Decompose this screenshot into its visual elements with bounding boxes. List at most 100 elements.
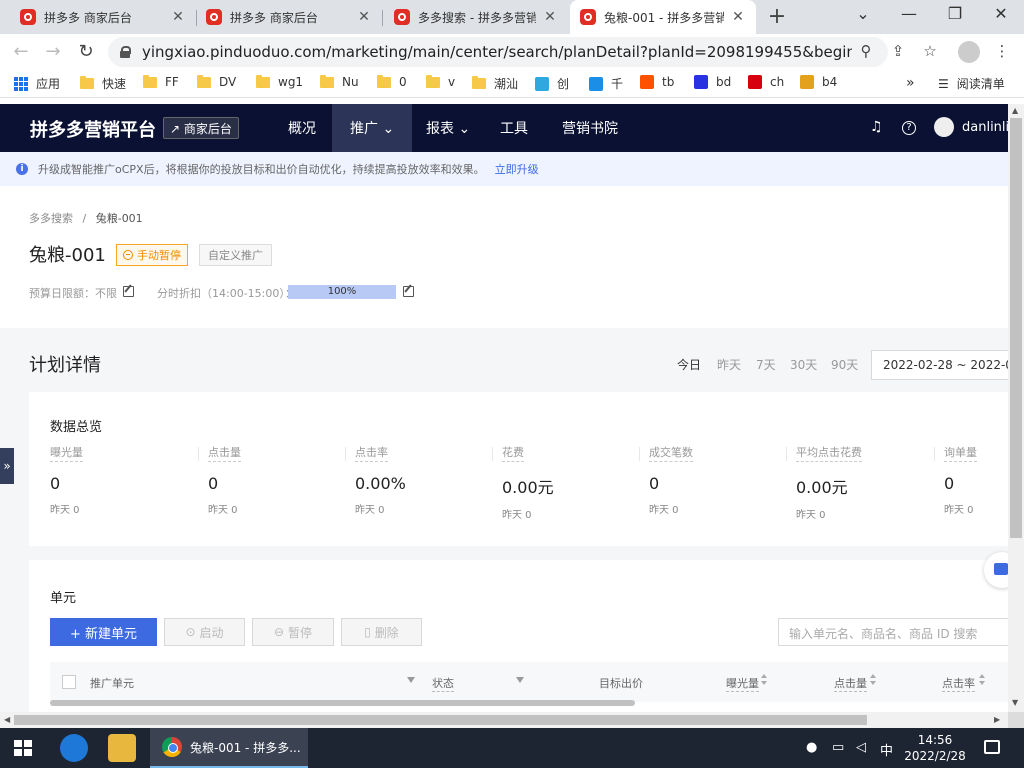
sort-icon[interactable]	[979, 674, 987, 686]
bookmark-site[interactable]: 创	[535, 75, 569, 92]
platform-logo[interactable]: 拼多多营销平台	[30, 116, 156, 142]
forward-icon[interactable]: →	[42, 41, 64, 62]
file-explorer-icon[interactable]	[108, 734, 136, 762]
table-horizontal-scrollbar[interactable]	[50, 700, 635, 706]
upgrade-link[interactable]: 立即升级	[495, 161, 539, 177]
browser-tab-active[interactable]: 兔粮-001 - 拼多多营销 ✕	[570, 0, 756, 34]
pinduoduo-favicon-icon	[20, 9, 36, 25]
reading-list[interactable]: ☰ 阅读清单	[938, 75, 1005, 92]
help-icon[interactable]: ?	[902, 121, 916, 135]
bookmark-folder[interactable]: wg1	[256, 74, 303, 89]
bell-icon[interactable]: ♫	[870, 119, 883, 135]
nav-overview[interactable]: 概况	[270, 104, 334, 152]
minimize-icon[interactable]: —	[894, 4, 924, 23]
windows-start-icon[interactable]	[14, 740, 32, 756]
filter-icon[interactable]	[407, 677, 415, 683]
browser-tab[interactable]: 多多搜索 - 拼多多营销 ✕	[384, 0, 568, 34]
bookmark-folder[interactable]: 快速	[80, 75, 126, 92]
scroll-up-icon[interactable]: ▲	[1012, 106, 1018, 115]
range-yesterday[interactable]: 昨天	[717, 356, 741, 373]
share-icon[interactable]: ⇪	[888, 42, 908, 60]
reload-icon[interactable]: ↻	[75, 41, 97, 62]
more-bookmarks-icon[interactable]: »	[906, 75, 915, 91]
close-tab-icon[interactable]: ✕	[356, 9, 372, 25]
bookmark-star-icon[interactable]: ☆	[920, 42, 940, 60]
range-30-days[interactable]: 30天	[790, 356, 817, 373]
bookmark-folder[interactable]: v	[426, 74, 455, 89]
bookmark-folder[interactable]: FF	[143, 74, 179, 89]
vertical-scrollbar[interactable]: ▲ ▼	[1008, 104, 1024, 712]
edit-discount-icon[interactable]	[403, 286, 414, 297]
restore-icon[interactable]: ❐	[940, 4, 970, 23]
ime-indicator[interactable]: 中	[880, 740, 893, 759]
horizontal-scrollbar[interactable]: ◀ ▶	[0, 712, 1008, 728]
bookmark-folder[interactable]: Nu	[320, 74, 359, 89]
new-tab-icon[interactable]: +	[766, 4, 788, 29]
back-icon[interactable]: ←	[10, 41, 32, 62]
budget-label: 预算日限额：不限	[29, 287, 117, 300]
sort-icon[interactable]	[870, 674, 878, 686]
close-window-icon[interactable]: ✕	[986, 4, 1016, 23]
volume-icon[interactable]: ◁	[856, 740, 866, 755]
taskbar-chrome-window[interactable]: 兔粮-001 - 拼多多...	[150, 728, 308, 768]
close-tab-icon[interactable]: ✕	[542, 9, 558, 25]
date-range-picker[interactable]: 2022-02-28 ~ 2022-02-28	[871, 350, 1008, 380]
folder-icon	[377, 74, 391, 88]
bookmark-folder[interactable]: 0	[377, 74, 407, 89]
expand-sidebar-icon[interactable]: »	[0, 448, 14, 484]
zoom-icon[interactable]: ⚲	[856, 42, 876, 60]
bookmark-site[interactable]: 千	[589, 75, 623, 92]
username[interactable]: danlinlin	[962, 120, 1008, 135]
notification-icon[interactable]	[984, 740, 1000, 754]
scroll-left-icon[interactable]: ◀	[4, 715, 10, 724]
nav-tools[interactable]: 工具	[482, 104, 546, 152]
browser-tab[interactable]: 拼多多 商家后台 ✕	[10, 0, 196, 34]
tab-search-icon[interactable]: ⌄	[848, 4, 878, 23]
scroll-right-icon[interactable]: ▶	[994, 715, 1000, 724]
clock-time: 14:56	[917, 733, 953, 747]
browser-menu-icon[interactable]: ⋮	[992, 42, 1012, 60]
range-today[interactable]: 今日	[677, 356, 701, 373]
breadcrumb-separator: /	[82, 212, 87, 225]
bookmark-site[interactable]: ch	[748, 75, 784, 89]
range-90-days[interactable]: 90天	[831, 356, 858, 373]
new-unit-button[interactable]: + 新建单元	[50, 618, 157, 646]
clock[interactable]: 14:56 2022/2/28	[900, 732, 970, 764]
horizontal-scroll-thumb[interactable]	[14, 715, 867, 725]
bookmark-site[interactable]: bd	[694, 75, 731, 89]
nav-academy[interactable]: 营销书院	[544, 104, 636, 152]
notice-text: 升级成智能推广oCPX后，将根据你的投放目标和出价自动优化，持续提高投放效率和效…	[38, 163, 485, 176]
thunder-app-icon[interactable]	[60, 734, 88, 762]
filter-icon[interactable]	[516, 677, 524, 683]
profile-icon[interactable]	[958, 41, 980, 63]
bookmark-site[interactable]: b4	[800, 75, 837, 89]
vertical-scroll-thumb[interactable]	[1010, 118, 1022, 538]
avatar[interactable]	[934, 117, 954, 137]
bilibili-icon	[535, 76, 549, 91]
scroll-down-icon[interactable]: ▼	[1012, 698, 1018, 707]
qq-tray-icon[interactable]: ●	[806, 740, 817, 755]
nav-promotion[interactable]: 推广 ⌄	[332, 104, 413, 152]
bookmark-folder[interactable]: 潮汕	[472, 75, 518, 92]
close-tab-icon[interactable]: ✕	[170, 9, 186, 25]
delete-button[interactable]: ▯ 删除	[341, 618, 422, 646]
url-field[interactable]: yingxiao.pinduoduo.com/marketing/main/ce…	[108, 37, 888, 67]
sort-icon[interactable]	[761, 674, 769, 686]
bookmark-folder[interactable]: DV	[197, 74, 236, 89]
browser-tab[interactable]: 拼多多 商家后台 ✕	[196, 0, 382, 34]
bookmark-apps[interactable]: 应用	[14, 75, 60, 92]
start-button[interactable]: ⊙ 启动	[164, 618, 245, 646]
bookmark-site[interactable]: tb	[640, 75, 674, 89]
pause-button[interactable]: ⊖ 暂停	[252, 618, 334, 646]
range-7-days[interactable]: 7天	[756, 356, 776, 373]
data-overview-panel: 数据总览 曝光量 0 昨天 0 点击量 0 昨天 0 点击率 0.00% 昨天 0 花费 0.…	[29, 392, 1008, 546]
bookmarks-bar: 应用 快速 FF DV wg1 Nu 0 v 潮汕 创 千 tb bd ch b…	[0, 70, 1024, 98]
select-all-checkbox[interactable]	[62, 675, 76, 689]
edit-budget-icon[interactable]	[123, 286, 134, 297]
breadcrumb-search[interactable]: 多多搜索	[29, 212, 73, 225]
nav-reports[interactable]: 报表 ⌄	[408, 104, 488, 152]
merchant-backend-link[interactable]: ↗ 商家后台	[163, 117, 239, 139]
unit-search-input[interactable]: 输入单元名、商品名、商品 ID 搜索	[778, 618, 1008, 646]
close-tab-icon[interactable]: ✕	[730, 9, 746, 25]
network-icon[interactable]: ▭	[832, 740, 844, 755]
